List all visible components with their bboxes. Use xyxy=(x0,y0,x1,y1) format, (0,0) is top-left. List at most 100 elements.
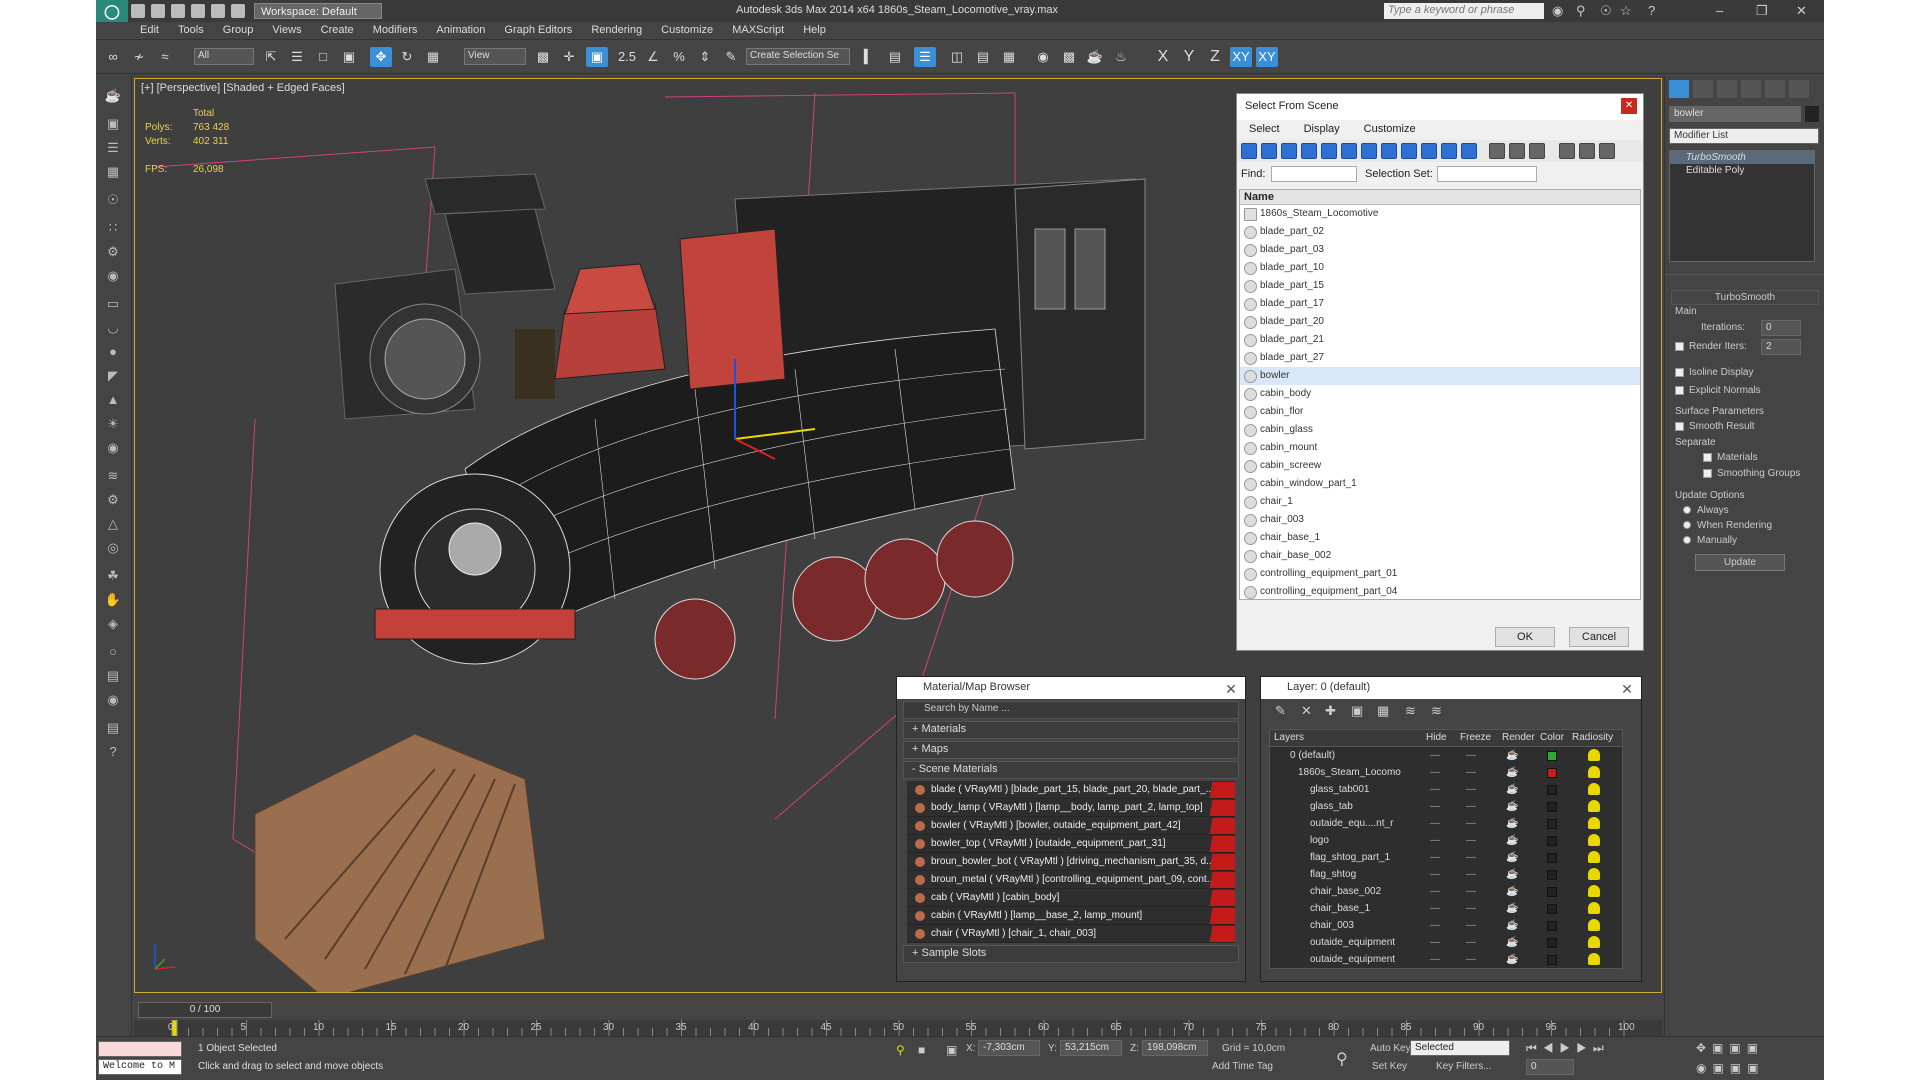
menu-animation[interactable]: Animation xyxy=(428,22,493,38)
hide-toggle[interactable]: — xyxy=(1430,764,1440,781)
list-item[interactable]: chair ( VRayMtl ) [chair_1, chair_003] xyxy=(907,925,1235,943)
col-color[interactable]: Color xyxy=(1540,732,1564,743)
teapot-icon[interactable]: ☕ xyxy=(102,86,124,106)
freeze-toggle[interactable]: — xyxy=(1466,917,1476,934)
close-window-button[interactable]: ✕ xyxy=(1796,3,1807,19)
render-icon[interactable]: ♨ xyxy=(1110,47,1132,67)
app-logo-icon[interactable]: ◯ xyxy=(96,0,128,22)
select-by-name-icon[interactable]: ☰ xyxy=(286,47,308,67)
axis-xy-cycle-button[interactable]: XY xyxy=(1256,47,1278,67)
layer-color-swatch[interactable] xyxy=(1547,955,1557,965)
viewport-nav-controls-2[interactable]: ◉▣▣▣ xyxy=(1696,1061,1764,1075)
layer-color-swatch[interactable] xyxy=(1547,802,1557,812)
community-icon[interactable]: ☉ xyxy=(1600,3,1612,19)
layer-row[interactable]: logo — — ☕ xyxy=(1270,832,1622,849)
selection-filter-dropdown[interactable]: All xyxy=(194,48,254,65)
layer-row[interactable]: flag_shtog — — ☕ xyxy=(1270,866,1622,883)
camera-sphere-icon[interactable]: ◉ xyxy=(102,690,124,710)
list-item[interactable]: controlling_equipment_part_01 xyxy=(1240,565,1640,583)
layer-row[interactable]: outaide_equipment — — ☕ xyxy=(1270,951,1622,968)
list-item[interactable]: cabin_screew xyxy=(1240,457,1640,475)
axis-y-button[interactable]: Y xyxy=(1178,47,1200,67)
layer-manager-icon[interactable]: ☰ xyxy=(914,47,936,67)
x-coord-field[interactable]: -7,303cm xyxy=(978,1040,1040,1056)
list-item[interactable]: broun_metal ( VRayMtl ) [controlling_equ… xyxy=(907,871,1235,889)
layer-row[interactable]: glass_tab001 — — ☕ xyxy=(1270,781,1622,798)
freeze-all-icon[interactable]: ≋ xyxy=(1431,703,1442,719)
list-item[interactable]: blade_part_27 xyxy=(1240,349,1640,367)
list-item[interactable]: blade_part_10 xyxy=(1240,259,1640,277)
menu-graph-editors[interactable]: Graph Editors xyxy=(496,22,580,38)
list-item[interactable]: bowler ( VRayMtl ) [bowler, outaide_equi… xyxy=(907,817,1235,835)
plant-icon[interactable]: ☘ xyxy=(102,566,124,586)
layer-color-swatch[interactable] xyxy=(1547,853,1557,863)
freeze-toggle[interactable]: — xyxy=(1466,764,1476,781)
bowl-icon[interactable]: ◤ xyxy=(102,366,124,386)
object-color-swatch[interactable] xyxy=(1805,106,1819,122)
layer-dialog-close-button[interactable]: ✕ xyxy=(1619,681,1635,697)
key-mode-dropdown[interactable]: Selected xyxy=(1410,1040,1510,1056)
freeze-toggle[interactable]: — xyxy=(1466,849,1476,866)
freeze-toggle[interactable]: — xyxy=(1466,934,1476,951)
current-frame-field[interactable]: 0 xyxy=(1526,1059,1574,1075)
pivot-center-icon[interactable]: ▩ xyxy=(532,47,554,67)
always-radio[interactable] xyxy=(1683,506,1691,514)
select-object-icon[interactable]: ⇱ xyxy=(260,47,282,67)
list-item[interactable]: blade ( VRayMtl ) [blade_part_15, blade_… xyxy=(907,781,1235,799)
spinner-snap-icon[interactable]: ⇕ xyxy=(694,47,716,67)
col-radiosity[interactable]: Radiosity xyxy=(1572,732,1613,743)
snap-toggle-icon[interactable]: 2.5 xyxy=(616,47,638,67)
redo-icon[interactable] xyxy=(211,4,225,18)
undo-icon[interactable] xyxy=(191,4,205,18)
binoculars-icon[interactable]: ◉ xyxy=(1552,3,1563,19)
key-icon[interactable]: ⚲ xyxy=(1576,3,1586,19)
favorites-icon[interactable]: ☆ xyxy=(1620,3,1632,19)
list-item[interactable]: bowler_top ( VRayMtl ) [outaide_equipmen… xyxy=(907,835,1235,853)
rect-selection-icon[interactable]: □ xyxy=(312,47,334,67)
hide-toggle[interactable]: — xyxy=(1430,781,1440,798)
render-teapot-icon[interactable]: ☕ xyxy=(1506,866,1518,883)
sort-icon[interactable] xyxy=(1579,143,1595,159)
select-rotate-icon[interactable]: ↻ xyxy=(396,47,418,67)
layer-row[interactable]: outaide_equipment — — ☕ xyxy=(1270,934,1622,951)
hide-all-icon[interactable]: ≋ xyxy=(1405,703,1416,719)
list-item[interactable]: chair_003 xyxy=(1240,511,1640,529)
highlight-layer-icon[interactable]: ▦ xyxy=(1377,703,1389,719)
list-item[interactable]: 1860s_Steam_Locomotive xyxy=(1240,205,1640,223)
maximize-button[interactable]: ❐ xyxy=(1756,3,1768,19)
help-circle-icon[interactable]: ? xyxy=(102,742,124,762)
list-item[interactable]: broun_bowler_bot ( VRayMtl ) [driving_me… xyxy=(907,853,1235,871)
list-item[interactable]: cabin_glass xyxy=(1240,421,1640,439)
radiosity-lamp-icon[interactable] xyxy=(1588,936,1600,948)
freeze-toggle[interactable]: — xyxy=(1466,798,1476,815)
radiosity-lamp-icon[interactable] xyxy=(1588,749,1600,761)
motion-tab-icon[interactable] xyxy=(1741,80,1761,98)
list-item[interactable]: blade_part_20 xyxy=(1240,313,1640,331)
filter-bones-icon[interactable] xyxy=(1401,143,1417,159)
hide-toggle[interactable]: — xyxy=(1430,883,1440,900)
render-teapot-icon[interactable]: ☕ xyxy=(1506,934,1518,951)
list-item[interactable]: cabin_flor xyxy=(1240,403,1640,421)
utilities-tab-icon[interactable] xyxy=(1789,80,1809,98)
ss-menu-select[interactable]: Select xyxy=(1237,120,1292,138)
hair-icon[interactable]: ≋ xyxy=(102,466,124,486)
filter-xrefs-icon[interactable] xyxy=(1381,143,1397,159)
manipulate-icon[interactable]: ✛ xyxy=(558,47,580,67)
radiosity-lamp-icon[interactable] xyxy=(1588,953,1600,965)
freeze-toggle[interactable]: — xyxy=(1466,815,1476,832)
axis-z-button[interactable]: Z xyxy=(1204,47,1226,67)
grid-icon[interactable]: ▦ xyxy=(102,162,124,182)
selection-set-dropdown[interactable] xyxy=(1437,166,1537,182)
select-scale-icon[interactable]: ▦ xyxy=(422,47,444,67)
fluid-icon[interactable]: ◈ xyxy=(102,614,124,634)
menu-tools[interactable]: Tools xyxy=(170,22,212,38)
col-render[interactable]: Render xyxy=(1502,732,1535,743)
turbosmooth-rollout[interactable]: TurboSmooth xyxy=(1671,290,1819,305)
key-filters-button[interactable]: Key Filters... xyxy=(1436,1061,1492,1072)
material-editor-icon[interactable]: ◉ xyxy=(1032,47,1054,67)
find-input[interactable] xyxy=(1271,166,1357,182)
sphere-icon[interactable]: ● xyxy=(102,342,124,362)
materials-rollout[interactable]: + Materials xyxy=(903,721,1239,739)
filter-funnel-icon[interactable] xyxy=(1559,143,1575,159)
layer-color-swatch[interactable] xyxy=(1547,768,1557,778)
